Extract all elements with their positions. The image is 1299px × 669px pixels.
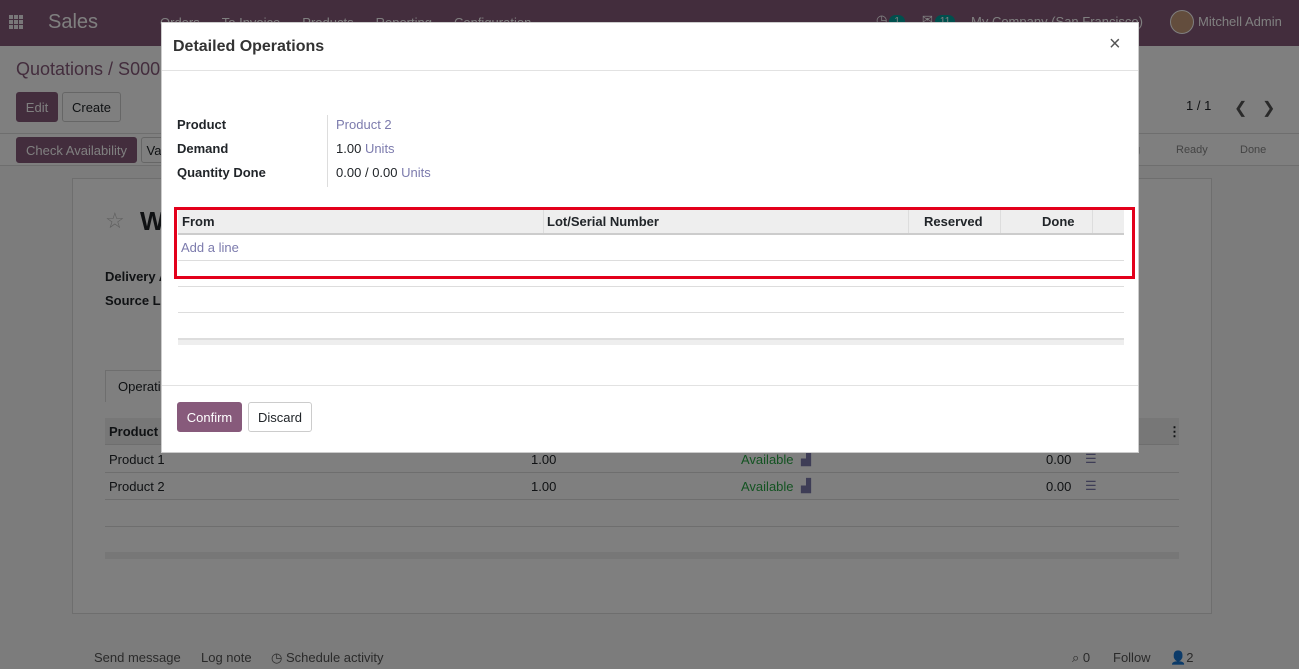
- detailed-operations-dialog: Detailed Operations × Product Demand Qua…: [161, 22, 1139, 453]
- table-footer: [178, 339, 1124, 345]
- quantity-done-label: Quantity Done: [177, 165, 266, 180]
- demand-value: 1.00 Units: [336, 141, 395, 156]
- demand-quantity: 1.00: [336, 141, 362, 156]
- confirm-button[interactable]: Confirm: [177, 402, 242, 432]
- table-row: [178, 313, 1124, 339]
- table-row: [178, 287, 1124, 313]
- quantity-separator: /: [364, 165, 369, 180]
- product-value[interactable]: Product 2: [336, 117, 392, 132]
- highlight-box: [174, 207, 1135, 279]
- discard-button[interactable]: Discard: [248, 402, 312, 432]
- demand-label: Demand: [177, 141, 229, 156]
- demand-unit[interactable]: Units: [365, 141, 395, 156]
- quantity-done-value: 0.00 / 0.00 Units: [336, 165, 431, 180]
- close-icon[interactable]: ×: [1109, 33, 1121, 56]
- product-label: Product: [177, 117, 227, 132]
- modal-header: Detailed Operations ×: [162, 23, 1138, 71]
- quantity-total: 0.00: [372, 165, 398, 180]
- modal-footer: Confirm Discard: [162, 385, 1138, 453]
- quantity-done: 0.00: [336, 165, 362, 180]
- field-separator: [327, 115, 328, 187]
- modal-title: Detailed Operations: [173, 38, 325, 55]
- quantity-unit[interactable]: Units: [401, 165, 431, 180]
